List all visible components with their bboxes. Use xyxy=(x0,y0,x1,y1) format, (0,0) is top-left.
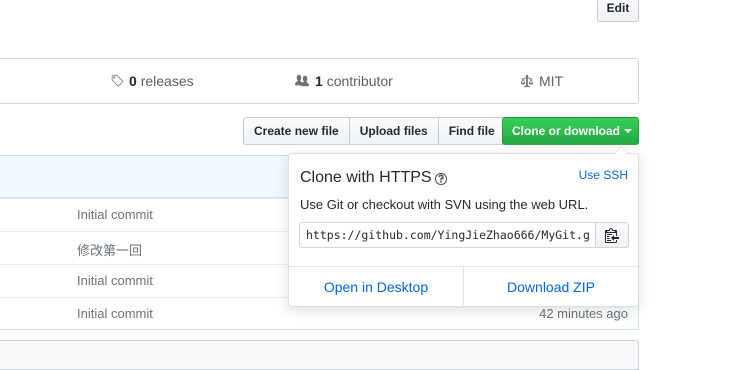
clone-url-input[interactable] xyxy=(299,222,595,248)
copy-to-clipboard-button[interactable] xyxy=(595,222,629,248)
find-file-button[interactable]: Find file xyxy=(437,117,506,145)
file-navigation: Create new file Upload files Find file xyxy=(243,117,506,145)
create-new-file-button[interactable]: Create new file xyxy=(243,117,350,145)
upload-files-button[interactable]: Upload files xyxy=(348,117,439,145)
commit-age: 42 minutes ago xyxy=(539,306,628,321)
contributors-label: contributor xyxy=(326,73,393,89)
clone-footer: Open in Desktop Download ZIP xyxy=(289,266,638,306)
numbers-summary: 0 releases 1 contributor MIT xyxy=(0,58,639,104)
law-icon xyxy=(520,74,534,88)
clone-or-download-label: Clone or download xyxy=(512,124,620,138)
readme-header xyxy=(0,340,639,370)
releases-link[interactable]: 0 releases xyxy=(110,73,194,89)
contributors-link[interactable]: 1 contributor xyxy=(294,73,393,89)
license-label: MIT xyxy=(539,73,564,89)
clone-description: Use Git or checkout with SVN using the w… xyxy=(300,197,589,212)
commit-message[interactable]: 修改第一回 xyxy=(77,240,142,259)
open-in-desktop-button[interactable]: Open in Desktop xyxy=(289,267,463,306)
tag-icon xyxy=(111,74,124,87)
commit-message[interactable]: Initial commit xyxy=(77,306,153,321)
clipboard-icon xyxy=(605,228,619,243)
clone-dropdown: Clone with HTTPS Use SSH Use Git or chec… xyxy=(288,146,639,307)
releases-label: releases xyxy=(140,73,194,89)
download-zip-button[interactable]: Download ZIP xyxy=(463,267,638,306)
releases-count: 0 xyxy=(129,73,137,89)
commit-message[interactable]: Initial commit xyxy=(77,207,153,222)
clone-title: Clone with HTTPS xyxy=(300,169,432,186)
commit-message[interactable]: Initial commit xyxy=(77,273,153,288)
question-icon[interactable] xyxy=(434,172,448,186)
clone-url-group xyxy=(299,222,629,248)
use-ssh-link[interactable]: Use SSH xyxy=(579,168,628,182)
people-icon xyxy=(295,74,309,87)
license-link[interactable]: MIT xyxy=(520,73,563,89)
chevron-down-icon xyxy=(624,128,632,133)
edit-button[interactable]: Edit xyxy=(597,0,639,22)
contributors-count: 1 xyxy=(315,73,323,89)
